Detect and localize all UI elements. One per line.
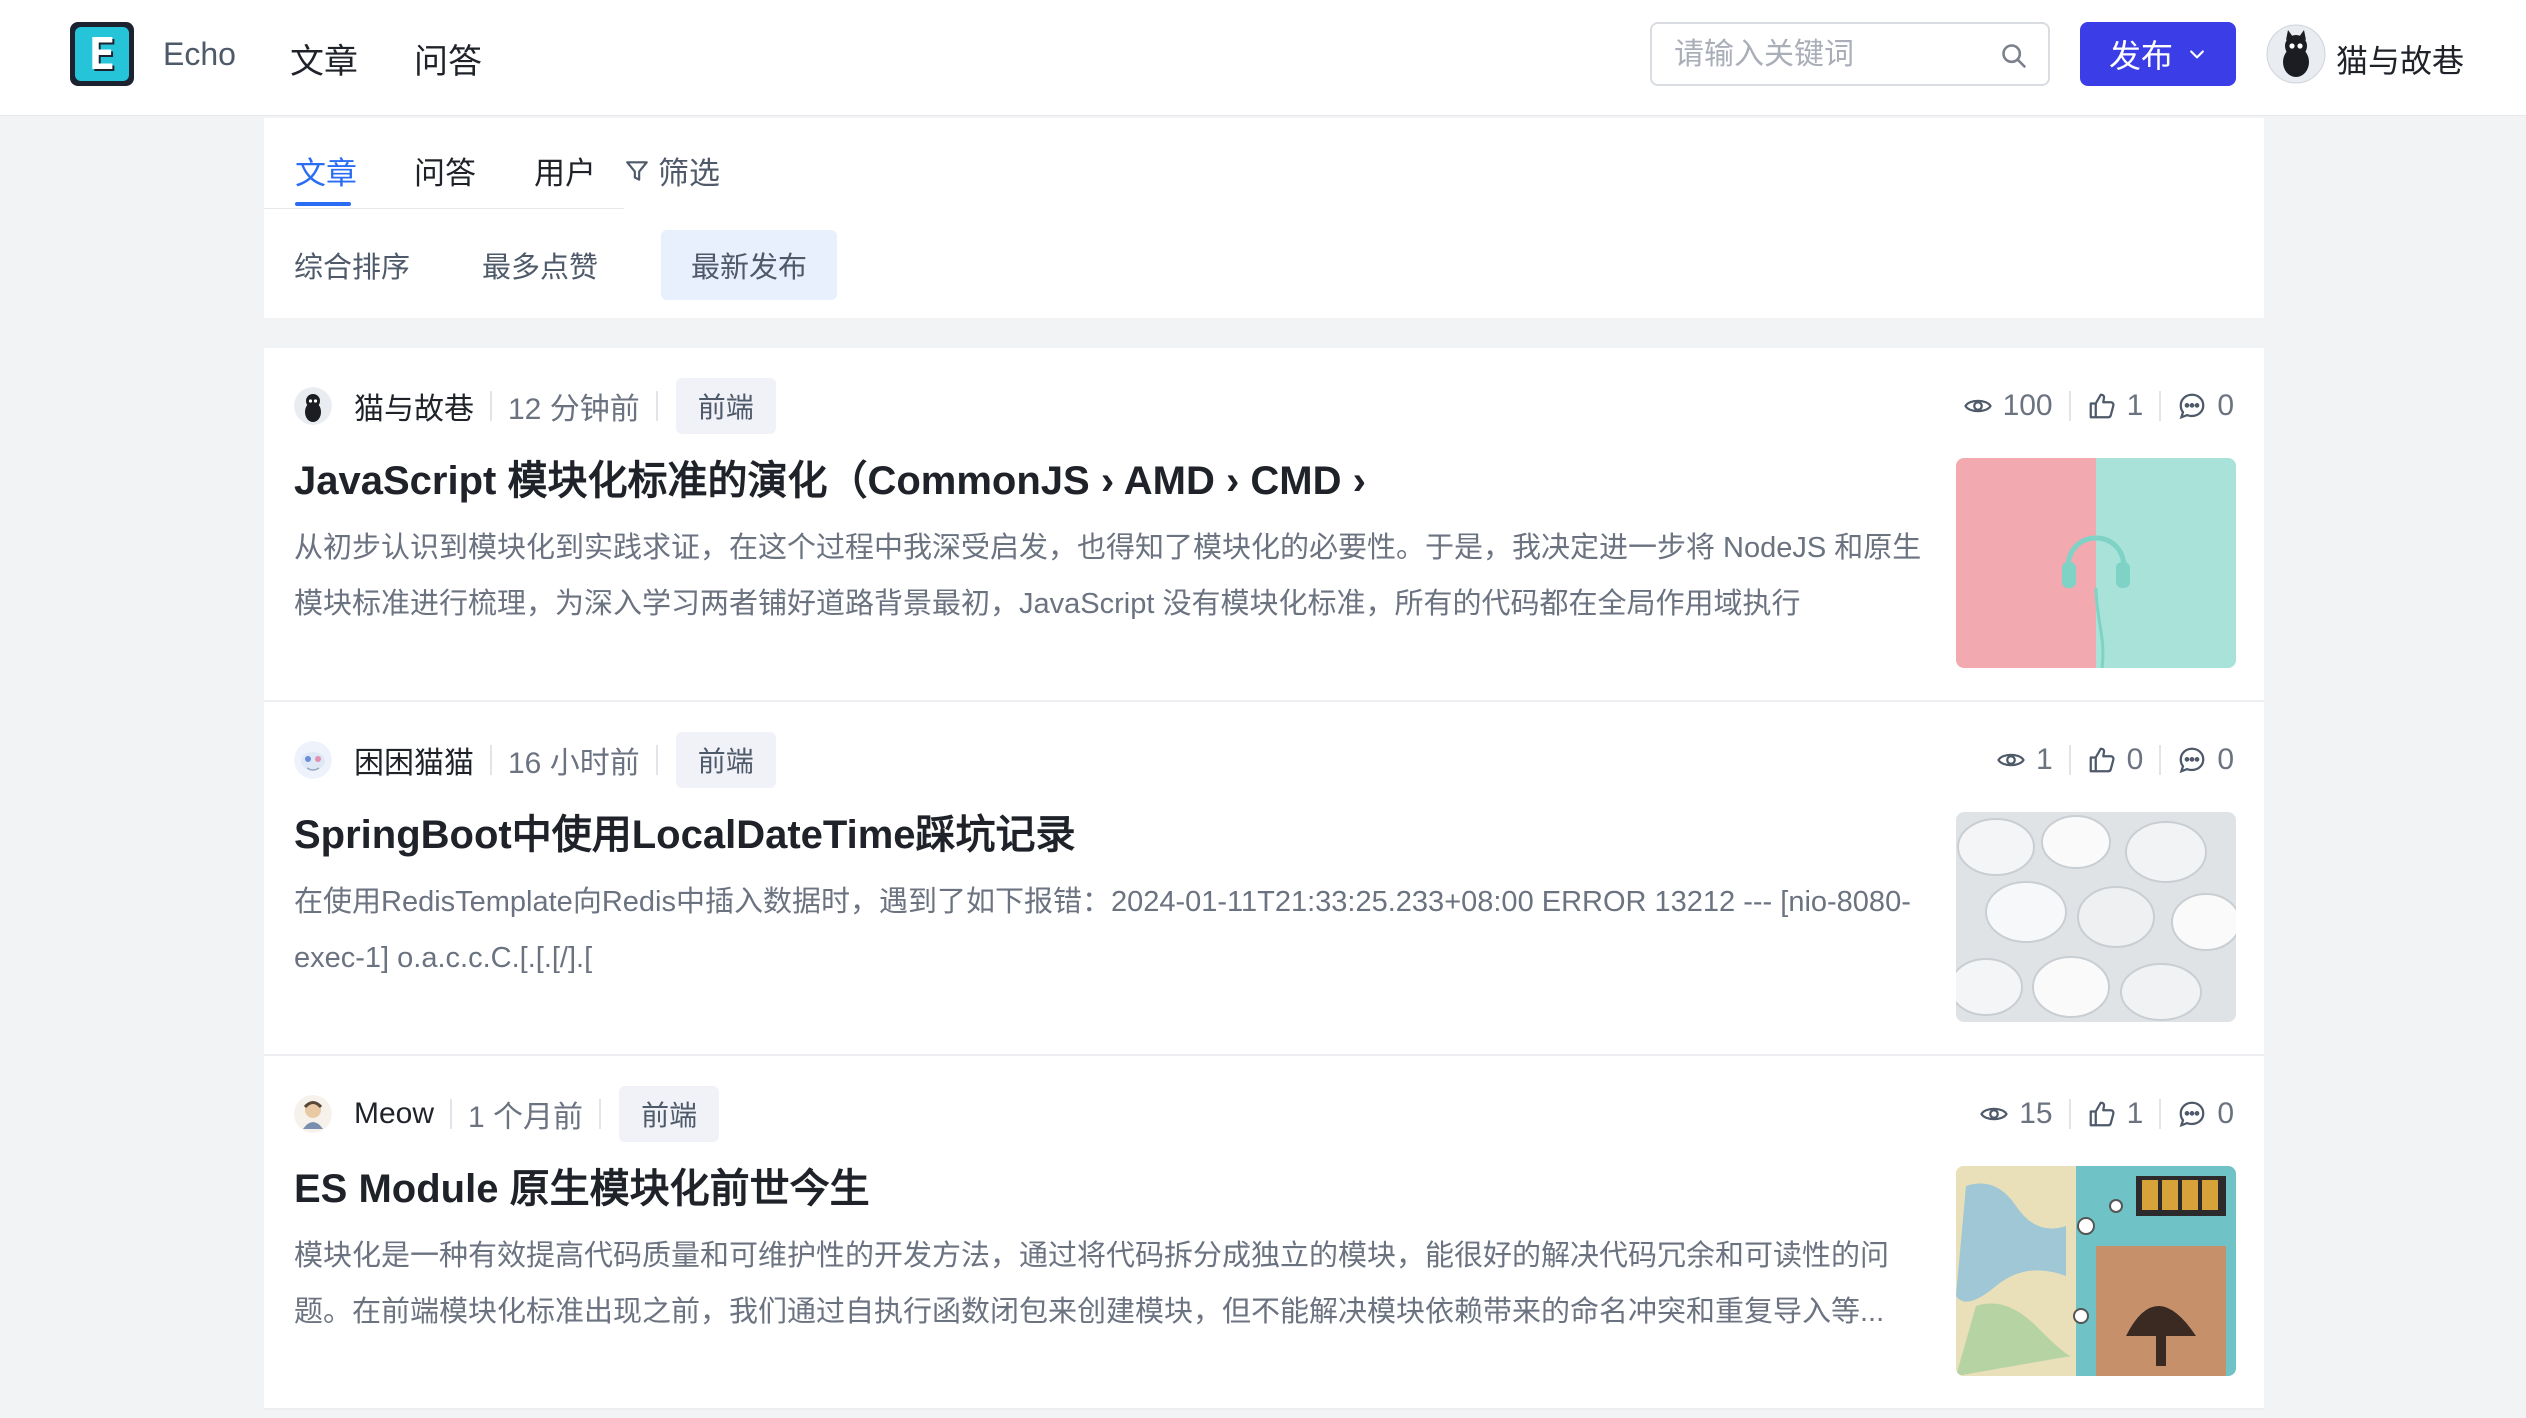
article-stats: 15 1 0	[1979, 1086, 2234, 1142]
article-cover-image[interactable]	[1956, 812, 2236, 1022]
article-list: 猫与故巷 12 分钟前 前端 100 1 0 JavaScript 模块化标准的…	[264, 348, 2264, 1410]
divider	[655, 745, 658, 775]
article-summary: 从初步认识到模块化到实践求证，在这个过程中我深受启发，也得知了模块化的必要性。于…	[294, 532, 1922, 620]
chevron-down-icon	[2190, 50, 2204, 59]
top-navbar: E Echo 文章 问答 发布 猫与故巷	[0, 0, 2526, 116]
comments-stat[interactable]: 0	[2177, 389, 2234, 423]
comment-icon	[2179, 747, 2205, 774]
likes-stat[interactable]: 1	[2087, 1097, 2144, 1131]
tab-divider	[264, 208, 624, 209]
views-count: 1	[2035, 743, 2053, 776]
views-count: 15	[2019, 1097, 2053, 1130]
article-stats: 1 0 0	[1996, 732, 2234, 788]
author-avatar[interactable]	[294, 387, 332, 425]
divider	[490, 745, 492, 775]
likes-count: 1	[2126, 389, 2144, 422]
likes-stat[interactable]: 1	[2087, 389, 2144, 423]
nav-qa[interactable]: 问答	[414, 34, 482, 83]
divider	[2068, 745, 2071, 775]
divider	[450, 1099, 453, 1129]
eye-icon	[1963, 399, 1992, 413]
eye-icon	[1997, 753, 2025, 767]
divider	[655, 391, 658, 421]
comments-stat[interactable]: 0	[2177, 1097, 2234, 1131]
divider	[490, 391, 492, 421]
filter-button[interactable]: 筛选	[624, 148, 720, 193]
likes-stat[interactable]: 0	[2087, 743, 2144, 777]
thumbs-up-icon	[2089, 747, 2115, 773]
publish-label: 发布	[2108, 38, 2173, 74]
comments-count: 0	[2217, 1097, 2234, 1130]
thumbs-up-icon	[2089, 393, 2115, 419]
brand-name[interactable]: Echo	[163, 36, 236, 73]
category-tag[interactable]: 前端	[675, 378, 776, 434]
views-stat: 1	[1996, 743, 2053, 777]
comments-count: 0	[2217, 389, 2234, 422]
tab-qa[interactable]: 问答	[414, 148, 476, 193]
article-summary: 模块化是一种有效提高代码质量和可维护性的开发方法，通过将代码拆分成独立的模块，能…	[294, 1240, 1890, 1328]
likes-count: 1	[2126, 1097, 2144, 1130]
article-card[interactable]: 困困猫猫 16 小时前 前端 1 0 0 SpringBoot中使用LocalD…	[264, 702, 2264, 1056]
divider	[2068, 1099, 2071, 1129]
comments-count: 0	[2217, 743, 2234, 776]
publish-time: 1 个月前	[468, 1101, 584, 1134]
search-icon[interactable]	[2000, 42, 2028, 70]
search-box	[1650, 22, 2050, 86]
eye-icon	[1980, 1107, 2009, 1121]
category-tag[interactable]: 前端	[619, 1086, 720, 1142]
sort-most-liked[interactable]: 最多点赞	[452, 230, 628, 300]
filter-label: 筛选	[658, 156, 720, 191]
comment-icon	[2179, 1101, 2205, 1128]
divider	[2159, 1099, 2162, 1129]
views-stat: 100	[1963, 389, 2053, 423]
filter-icon	[626, 160, 648, 181]
sort-comprehensive[interactable]: 综合排序	[264, 230, 440, 300]
author-avatar[interactable]	[294, 1095, 332, 1133]
article-title[interactable]: ES Module 原生模块化前世今生	[294, 1156, 2194, 1214]
tab-users[interactable]: 用户	[534, 148, 596, 193]
user-avatar[interactable]	[2266, 24, 2326, 84]
article-title[interactable]: SpringBoot中使用LocalDateTime踩坑记录	[294, 802, 2194, 860]
likes-count: 0	[2126, 743, 2144, 776]
article-card[interactable]: Meow 1 个月前 前端 15 1 0 ES Module 原生模块化前世今生…	[264, 1056, 2264, 1410]
user-name[interactable]: 猫与故巷	[2336, 36, 2464, 82]
article-cover-image[interactable]	[1956, 1166, 2236, 1376]
filter-panel: 文章 问答 用户 筛选 综合排序 最多点赞 最新发布	[264, 118, 2264, 318]
article-meta: Meow 1 个月前 前端	[294, 1086, 720, 1142]
divider	[2159, 745, 2162, 775]
divider	[599, 1099, 602, 1129]
active-tab-indicator	[295, 202, 351, 206]
article-meta: 猫与故巷 12 分钟前 前端	[294, 378, 776, 434]
comments-stat[interactable]: 0	[2177, 743, 2234, 777]
comment-icon	[2179, 393, 2205, 420]
echo-logo[interactable]: E	[70, 22, 134, 86]
thumbs-up-icon	[2089, 1101, 2115, 1127]
article-cover-image[interactable]	[1956, 458, 2236, 668]
article-meta: 困困猫猫 16 小时前 前端	[294, 732, 776, 788]
author-avatar[interactable]	[294, 741, 332, 779]
sort-latest[interactable]: 最新发布	[661, 230, 838, 300]
category-tag[interactable]: 前端	[675, 732, 776, 788]
author-name[interactable]: Meow	[354, 1097, 434, 1131]
views-stat: 15	[1979, 1097, 2053, 1131]
article-stats: 100 1 0	[1963, 378, 2234, 434]
search-input[interactable]	[1674, 36, 1974, 74]
tab-articles[interactable]: 文章	[295, 148, 357, 193]
author-name[interactable]: 困困猫猫	[354, 738, 474, 782]
publish-time: 12 分钟前	[508, 393, 640, 426]
divider	[2159, 391, 2162, 421]
divider	[2068, 391, 2071, 421]
views-count: 100	[2002, 389, 2053, 422]
publish-button[interactable]: 发布	[2080, 22, 2236, 86]
publish-time: 16 小时前	[508, 747, 640, 780]
article-summary: 在使用RedisTemplate向Redis中插入数据时，遇到了如下报错：202…	[294, 886, 1911, 974]
article-title[interactable]: JavaScript 模块化标准的演化（CommonJS › AMD › CMD…	[294, 448, 2194, 506]
author-name[interactable]: 猫与故巷	[354, 384, 474, 428]
article-card[interactable]: 猫与故巷 12 分钟前 前端 100 1 0 JavaScript 模块化标准的…	[264, 348, 2264, 702]
nav-articles[interactable]: 文章	[290, 34, 358, 83]
